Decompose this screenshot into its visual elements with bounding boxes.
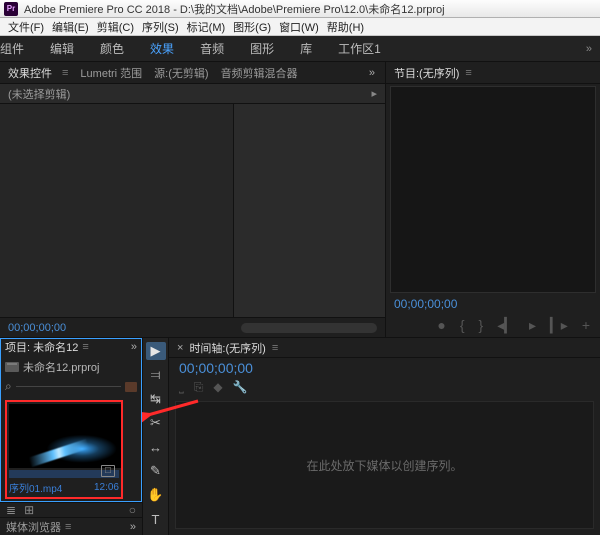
play-icon[interactable]: ▸ [529,317,536,334]
mb-menu-icon[interactable]: ≡ [65,521,71,533]
menu-sequence[interactable]: 序列(S) [138,19,183,35]
effect-controls-panel: 效果控件 ≡ Lumetri 范围 源:(无剪辑) 音频剪辑混合器 » (未选择… [0,62,386,337]
type-tool[interactable]: T [146,510,166,528]
tl-link-icon[interactable]: ⎘ [194,380,204,395]
selection-tool[interactable]: ▶ [146,342,166,360]
panel-overflow[interactable]: » [369,67,377,79]
no-clip-label: (未选择剪辑) [8,86,371,102]
tools-panel: ▶ ⫤ ↹ ✂ ↔ ✎ ✋ T [143,338,169,535]
project-zoom[interactable]: ○ [129,503,136,517]
clip-duration: 12:06 [94,482,119,493]
clip-name: 序列01.mp4 [9,480,62,495]
razor-tool[interactable]: ✂ [146,414,166,432]
menu-clip[interactable]: 剪辑(C) [93,19,138,35]
project-filename: 未命名12.prproj [23,359,99,375]
new-bin-icon[interactable] [125,382,137,392]
tab-source[interactable]: 源:(无剪辑) [154,65,208,81]
project-menu-icon[interactable]: ≡ [82,341,88,353]
search-icon[interactable]: ⌕ [5,379,12,394]
ec-timeline [234,104,385,317]
tab-lumetri[interactable]: Lumetri 范围 [80,65,142,81]
ws-color[interactable]: 颜色 [100,40,124,57]
tl-snap-icon[interactable]: ⎵ [179,380,184,395]
program-monitor: 节目:(无序列) ≡ 00;00;00;00 ● { } ◂▎ ▸ ▎▸ + [386,62,600,337]
program-menu-icon[interactable]: ≡ [465,67,471,79]
tab-project[interactable]: 项目: 未命名12 [5,339,78,355]
tab-timeline[interactable]: 时间轴:(无序列) [189,340,265,356]
timeline-empty-msg: 在此处放下媒体以创建序列。 [306,457,462,474]
ws-editing[interactable]: 编辑 [50,40,74,57]
search-input[interactable] [16,386,121,387]
clip-thumbnail[interactable] [9,404,121,468]
ws-libraries[interactable]: 库 [300,40,312,57]
project-panel: 项目: 未命名12 ≡ » 未命名12.prproj ⌕ ☐ 序列01.mp4 … [0,338,143,535]
ripple-edit-tool[interactable]: ↹ [146,390,166,408]
step-fwd-icon[interactable]: ▎▸ [550,317,568,334]
tl-menu-icon[interactable]: ≡ [272,342,278,354]
app-icon: Pr [4,2,18,16]
tab-media-browser[interactable]: 媒体浏览器 [6,519,61,535]
tl-settings-icon[interactable]: 🔧 [233,380,248,395]
pen-tool[interactable]: ✎ [146,462,166,480]
step-back-icon[interactable]: ◂▎ [497,317,515,334]
menu-edit[interactable]: 编辑(E) [48,19,93,35]
tab-audio-mixer[interactable]: 音频剪辑混合器 [221,65,298,81]
tab-program[interactable]: 节目:(无序列) [394,65,459,81]
export-frame-icon[interactable]: + [582,317,590,333]
slip-tool[interactable]: ↔ [146,438,166,456]
tab-effect-controls[interactable]: 效果控件 [8,65,52,81]
mark-in-icon[interactable]: ● [437,317,445,333]
icon-view-icon[interactable]: ⊞ [24,503,34,517]
tl-timecode[interactable]: 00;00;00;00 [169,358,600,378]
ws-graphics[interactable]: 图形 [250,40,274,57]
timeline-panel: × 时间轴:(无序列) ≡ 00;00;00;00 ⎵ ⎘ ◆ 🔧 在此处放下媒… [169,338,600,535]
menu-marker[interactable]: 标记(M) [183,19,230,35]
program-timecode[interactable]: 00;00;00;00 [386,295,600,313]
list-view-icon[interactable]: ≣ [6,503,16,517]
ec-timecode[interactable]: 00;00;00;00 [8,322,66,334]
tl-marker-icon[interactable]: ◆ [213,380,222,395]
ws-overflow[interactable]: » [586,43,600,55]
clip-type-badge: ☐ [101,465,115,477]
ws-audio[interactable]: 音频 [200,40,224,57]
ec-zoom-scroll[interactable] [241,323,377,333]
ws-assembly[interactable]: 组件 [0,40,24,57]
tl-close[interactable]: × [177,342,183,354]
timeline-tracks[interactable]: 在此处放下媒体以创建序列。 [175,401,594,529]
menu-file[interactable]: 文件(F) [4,19,48,35]
menu-help[interactable]: 帮助(H) [323,19,368,35]
project-overflow[interactable]: » [131,341,137,353]
workspace-bar: 组件 编辑 颜色 效果 音频 图形 库 工作区1 » [0,36,600,62]
menubar: 文件(F) 编辑(E) 剪辑(C) 序列(S) 标记(M) 图形(G) 窗口(W… [0,18,600,36]
mark-out-icon[interactable]: { [460,317,465,333]
ec-props [0,104,234,317]
bin-icon [5,362,19,372]
panel-menu-icon[interactable]: ≡ [62,67,68,79]
program-viewport[interactable] [390,86,596,293]
clip-item[interactable]: ☐ 序列01.mp4 12:06 [5,400,123,499]
menu-window[interactable]: 窗口(W) [275,19,323,35]
hand-tool[interactable]: ✋ [146,486,166,504]
go-in-icon[interactable]: } [479,317,484,333]
ws-custom1[interactable]: 工作区1 [338,40,381,57]
menu-graphics[interactable]: 图形(G) [229,19,275,35]
expand-icon[interactable]: ▸ [371,87,377,100]
mb-overflow[interactable]: » [130,521,136,533]
titlebar: Pr Adobe Premiere Pro CC 2018 - D:\我的文档\… [0,0,600,18]
track-select-tool[interactable]: ⫤ [146,366,166,384]
window-title: Adobe Premiere Pro CC 2018 - D:\我的文档\Ado… [24,1,445,17]
ws-effects[interactable]: 效果 [150,40,174,57]
